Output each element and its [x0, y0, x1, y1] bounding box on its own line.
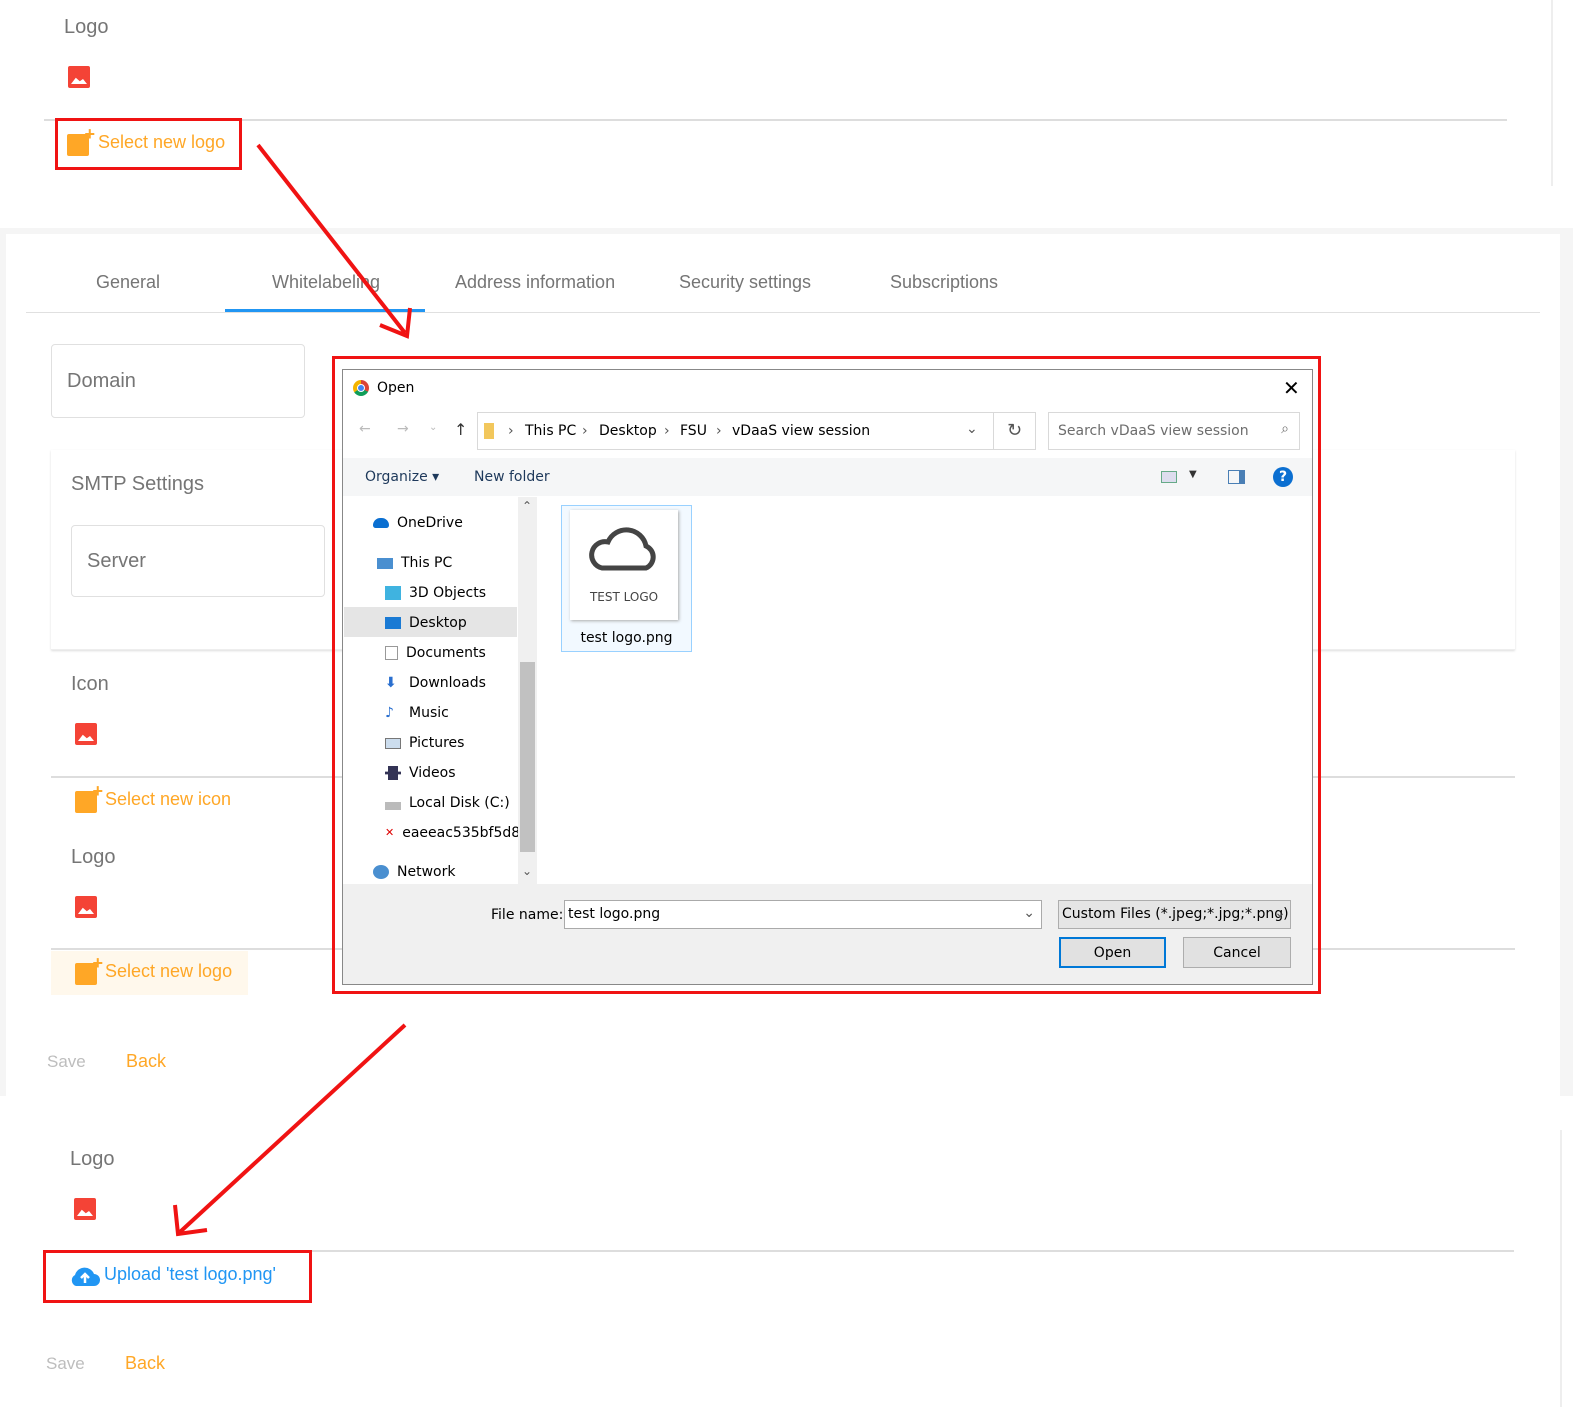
tab-general[interactable]: General [96, 272, 160, 293]
tab-whitelabeling[interactable]: Whitelabeling [272, 272, 380, 293]
active-tab-indicator [225, 309, 425, 312]
add-image-icon [75, 953, 103, 985]
annotation-box [43, 1250, 312, 1303]
server-input[interactable]: Server [71, 525, 325, 597]
save-button[interactable]: Save [47, 1052, 86, 1072]
logo-label: Logo [70, 1148, 115, 1170]
image-icon [74, 1198, 96, 1220]
select-new-logo-button[interactable]: Select new logo [105, 961, 232, 982]
logo-label: Logo [64, 16, 109, 38]
tab-security-settings[interactable]: Security settings [679, 272, 811, 293]
image-icon [75, 896, 97, 918]
domain-input[interactable]: Domain [51, 344, 305, 418]
select-new-icon-button[interactable]: Select new icon [105, 789, 231, 810]
tab-address-information[interactable]: Address information [455, 272, 615, 293]
image-icon [68, 66, 90, 88]
image-icon [75, 723, 97, 745]
logo-label: Logo [71, 846, 116, 868]
tab-subscriptions[interactable]: Subscriptions [890, 272, 998, 293]
back-button[interactable]: Back [125, 1353, 165, 1374]
smtp-settings-title: SMTP Settings [71, 473, 205, 495]
add-image-icon [75, 781, 103, 813]
back-button[interactable]: Back [126, 1051, 166, 1072]
annotation-box [332, 356, 1321, 994]
save-button[interactable]: Save [46, 1354, 85, 1374]
annotation-box [55, 118, 242, 170]
icon-label: Icon [71, 673, 109, 695]
